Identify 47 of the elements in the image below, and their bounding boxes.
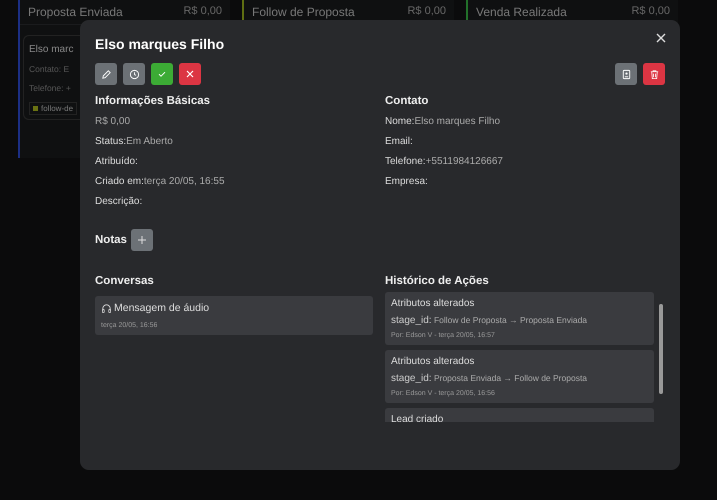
column-total: R$ 0,00 (183, 5, 222, 19)
contact-field: Telefone:+5511984126667 (385, 156, 665, 167)
clock-button[interactable] (123, 63, 145, 85)
headphones-icon (101, 302, 112, 314)
trash-icon (648, 68, 660, 80)
close-icon[interactable] (656, 33, 666, 43)
plus-icon (136, 235, 147, 245)
history-title: Atributos alterados (391, 298, 476, 309)
card-text: Contato: E (29, 64, 70, 74)
section-heading: Notas (95, 234, 127, 246)
conversation-title: Mensagem de áudio (114, 302, 210, 314)
history-change: stage_id: Follow de Proposta → Proposta Enviada (391, 315, 588, 326)
check-icon (157, 69, 167, 79)
contact-field: Nome:Elso marques Filho (385, 116, 665, 127)
section-heading: Informações Básicas (95, 95, 212, 107)
card-text: Telefone: + (29, 83, 72, 93)
column-title: Follow de Proposta (252, 5, 355, 19)
section-heading: Contato (385, 95, 430, 107)
info-field: Status:Em Aberto (95, 136, 385, 147)
column-total: R$ 0,00 (407, 5, 446, 19)
contact-field: Email: (385, 136, 665, 147)
tag-label: follow-de (41, 104, 74, 113)
delete-button[interactable] (643, 63, 665, 85)
pencil-icon (100, 68, 112, 80)
info-field: Descrição: (95, 196, 385, 207)
history-title: Lead criado (391, 414, 444, 422)
column-title: Proposta Enviada (28, 5, 123, 19)
section-heading: Histórico de Ações (385, 275, 490, 287)
contact-field: Empresa: (385, 176, 665, 187)
column-title: Venda Realizada (476, 5, 567, 19)
history-title: Atributos alterados (391, 356, 476, 367)
add-note-button[interactable] (130, 229, 153, 251)
column-total: R$ 0,00 (631, 5, 670, 19)
info-field: Criado em:terça 20/05, 16:55 (95, 176, 385, 187)
check-button[interactable] (151, 63, 173, 85)
cancel-button[interactable] (179, 63, 201, 85)
card-title: Elso marc (29, 44, 74, 55)
edit-button[interactable] (95, 63, 117, 85)
info-field: Atribuído: (95, 156, 385, 167)
dialog-title: Elso marques Filho (95, 36, 224, 52)
contact-card-icon (620, 68, 632, 80)
x-icon (185, 69, 195, 79)
section-heading: Conversas (95, 275, 155, 287)
clock-icon (128, 68, 140, 80)
history-change: stage_id: Proposta Enviada → Follow de Proposta (391, 373, 588, 384)
amount-value: R$ 0,00 (95, 116, 132, 127)
contact-card-button[interactable] (615, 63, 637, 85)
